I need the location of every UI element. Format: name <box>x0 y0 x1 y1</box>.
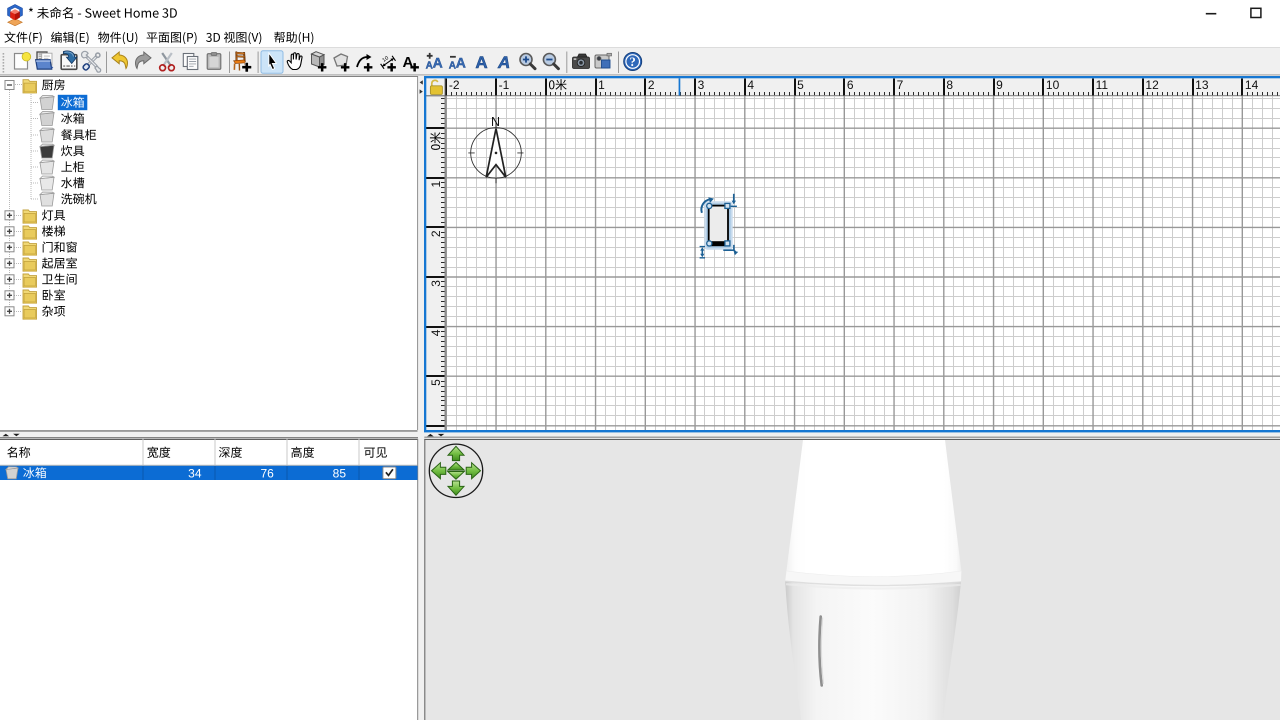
svg-text:A: A <box>475 53 487 72</box>
svg-text:85: 85 <box>333 466 347 480</box>
svg-text:34: 34 <box>188 466 202 480</box>
svg-text:2: 2 <box>429 230 443 237</box>
svg-text:A: A <box>456 55 466 71</box>
svg-text:A: A <box>433 55 443 71</box>
svg-text:14: 14 <box>1245 78 1259 92</box>
svg-text:3: 3 <box>698 78 705 92</box>
svg-text:A: A <box>497 53 510 72</box>
svg-text:8: 8 <box>946 78 953 92</box>
svg-text:4: 4 <box>747 78 754 92</box>
svg-text:5: 5 <box>429 379 443 386</box>
svg-text:-1: -1 <box>499 78 510 92</box>
svg-text:9: 9 <box>996 78 1003 92</box>
svg-text:4: 4 <box>429 329 443 336</box>
svg-text:6: 6 <box>847 78 854 92</box>
svg-text:3: 3 <box>429 280 443 287</box>
svg-text:13: 13 <box>1195 78 1209 92</box>
svg-text:1: 1 <box>598 78 605 92</box>
svg-text:2: 2 <box>648 78 655 92</box>
svg-text:1: 1 <box>429 181 443 188</box>
svg-text:7: 7 <box>897 78 904 92</box>
svg-text:?: ? <box>630 55 636 69</box>
svg-text:12: 12 <box>1145 78 1159 92</box>
svg-text:10: 10 <box>1046 78 1060 92</box>
svg-text:11: 11 <box>1096 78 1109 92</box>
svg-text:5: 5 <box>797 78 804 92</box>
svg-text:76: 76 <box>260 466 274 480</box>
svg-text:N: N <box>491 115 500 129</box>
svg-text:-2: -2 <box>449 78 460 92</box>
